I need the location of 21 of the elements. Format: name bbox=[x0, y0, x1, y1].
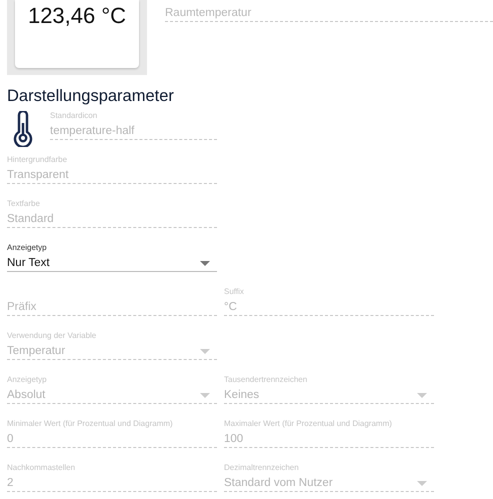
dropdown[interactable]: Nur Text bbox=[7, 255, 217, 272]
dropdown-arrow-icon bbox=[417, 480, 427, 486]
field-label: Tausendertrennzeichen bbox=[224, 375, 308, 385]
field-label: Anzeigetyp bbox=[7, 375, 48, 385]
dropdown-arrow-icon bbox=[200, 348, 210, 354]
field-label: Suffix bbox=[224, 287, 245, 297]
field-label: Dezimaltrennzeichen bbox=[224, 463, 300, 473]
field-label: Maximaler Wert (für Prozentual und Diagramm) bbox=[224, 419, 393, 429]
dropdown-arrow-icon bbox=[417, 392, 427, 398]
field-label: Anzeigetyp bbox=[7, 243, 48, 253]
dropdown-arrow-icon bbox=[200, 260, 210, 266]
thermometer-icon bbox=[13, 111, 33, 147]
field-label: Minimaler Wert (für Prozentual und Diagramm) bbox=[7, 419, 174, 429]
field-label: Textfarbe bbox=[7, 199, 41, 209]
field-label: Hintergrundfarbe bbox=[7, 155, 68, 165]
preview-value: 123,46 °C bbox=[28, 3, 126, 29]
field-label: Verwendung der Variable bbox=[7, 331, 98, 341]
field-label: Standardicon bbox=[50, 111, 98, 121]
section-title: Darstellungsparameter bbox=[7, 86, 175, 106]
dropdown-arrow-icon bbox=[200, 392, 210, 398]
field-label: Nachkommastellen bbox=[7, 463, 76, 473]
